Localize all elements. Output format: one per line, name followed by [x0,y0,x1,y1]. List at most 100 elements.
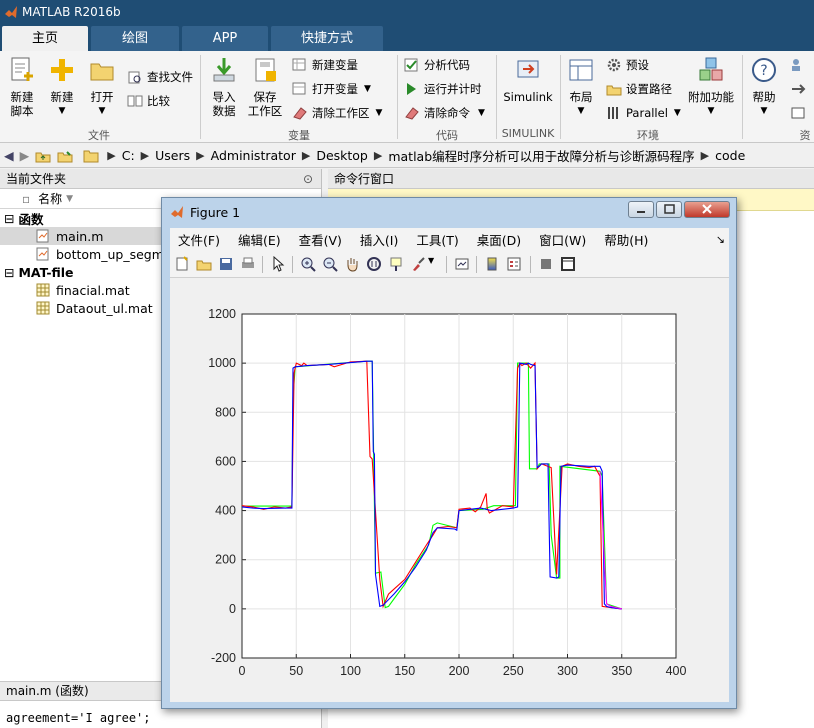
pan-hand-icon[interactable] [344,256,360,272]
matlab-logo-icon [5,6,17,18]
parallel-icon [608,107,618,119]
dock-arrow-icon[interactable]: ↘ [716,233,725,246]
brush-icon[interactable] [410,256,426,272]
mat-file-icon [36,283,50,297]
parallel-button[interactable]: Parallel ▼ [606,103,681,123]
help-button[interactable]: ? 帮助 ▼ [746,55,782,118]
eraser-icon [405,107,419,120]
tab-home[interactable]: 主页 [2,26,88,51]
simulink-button[interactable]: Simulink [502,55,554,104]
new-variable-button[interactable]: 新建变量 [292,55,358,75]
folder-icon [83,150,99,162]
m-file-icon [36,229,49,243]
up-folder-icon[interactable] [35,148,51,164]
show-tools-icon[interactable] [560,256,576,272]
y-tick-label: -200 [211,651,236,665]
pointer-icon[interactable] [270,256,286,272]
minimize-button[interactable] [628,201,654,218]
panel-menu-icon[interactable]: ⊙ [303,169,313,189]
compare-button[interactable]: 比较 [127,91,170,111]
community-button[interactable] [790,55,810,75]
x-tick-label: 200 [449,664,470,678]
new-figure-icon[interactable] [174,256,190,272]
menu-file[interactable]: 文件(F) [178,230,220,249]
open-button[interactable]: 打开 ▼ [84,55,120,118]
legend-icon[interactable] [506,256,522,272]
group-label-file: 文件 [88,129,110,142]
forward-arrow-icon[interactable]: ▶ [20,148,30,163]
compare-icon [127,95,143,107]
collapse-icon[interactable]: ⊟ [4,265,14,280]
group-label-resources: 资 [799,129,811,142]
open-variable-button[interactable]: 打开变量 ▼ [292,79,371,99]
layout-icon [569,59,593,81]
set-path-button[interactable]: 设置路径 [606,79,672,99]
breadcrumb-project[interactable]: matlab编程时序分析可以用于故障分析与诊断源码程序 [388,146,694,165]
tab-shortcuts[interactable]: 快捷方式 [271,26,383,51]
menu-insert[interactable]: 插入(I) [360,230,398,249]
menu-view[interactable]: 查看(V) [299,230,342,249]
new-script-button[interactable]: 新建 脚本 [4,55,40,118]
menu-help[interactable]: 帮助(H) [604,230,648,249]
zoom-out-icon[interactable] [322,256,338,272]
rotate-3d-icon[interactable] [366,256,382,272]
find-files-icon [128,71,141,84]
line-chart[interactable]: 0 50 100 150 200 250 300 350 400-200020040060080… [170,278,729,702]
breadcrumb-drive[interactable]: C: [122,148,135,163]
request-support-button[interactable] [790,79,810,99]
figure-title: Figure 1 [190,204,241,220]
close-button[interactable] [684,201,730,218]
new-button[interactable]: 新建 ▼ [44,55,80,118]
layout-button[interactable]: 布局 ▼ [564,55,598,118]
breadcrumb-administrator[interactable]: Administrator [211,148,296,163]
tab-plots[interactable]: 绘图 [91,26,179,51]
toolbar-divider [446,256,447,273]
toolbar-divider [530,256,531,273]
chevron-right-icon: ▶ [196,149,205,162]
users-icon [792,59,800,71]
m-file-icon [36,247,49,261]
breadcrumb-desktop[interactable]: Desktop [316,148,368,163]
print-icon[interactable] [240,256,256,272]
hide-tools-icon[interactable] [538,256,554,272]
menu-desktop[interactable]: 桌面(D) [477,230,521,249]
x-tick-label: 350 [611,664,632,678]
command-window-header: 命令行窗口 [328,169,814,189]
save-workspace-button[interactable]: 保存 工作区 [246,55,284,118]
data-cursor-icon[interactable] [388,256,404,272]
menu-edit[interactable]: 编辑(E) [238,230,281,249]
find-files-button[interactable]: 查找文件 [127,67,193,87]
link-plot-icon[interactable] [454,256,470,272]
y-tick-label: 600 [215,454,236,468]
menu-tools[interactable]: 工具(T) [416,230,458,249]
save-icon[interactable] [218,256,234,272]
collapse-icon[interactable]: ⊟ [4,211,14,226]
back-arrow-icon[interactable]: ◀ [4,148,14,163]
breadcrumb-code[interactable]: code [715,148,745,163]
maximize-button[interactable] [656,201,682,218]
checklist-icon [404,58,418,72]
open-file-icon[interactable] [196,256,212,272]
clear-commands-button[interactable]: 清除命令 ▼ [404,103,485,123]
breadcrumb-users[interactable]: Users [155,148,190,163]
import-data-button[interactable]: 导入 数据 [206,55,242,118]
app-titlebar: MATLAB R2016b [0,0,814,24]
ribbon: 新建 脚本 新建 ▼ 打开 ▼ 查找文件 比较 文件 导入 数据 保存 工作区 … [0,51,814,143]
zoom-in-icon[interactable] [300,256,316,272]
help-icon: ? [752,58,776,82]
add-ons-button[interactable]: 附加功能 ▼ [686,55,736,118]
browse-folder-icon[interactable] [57,148,73,164]
preferences-button[interactable]: 预设 [606,55,649,75]
tab-apps[interactable]: APP [182,26,268,51]
colorbar-icon[interactable] [484,256,500,272]
run-and-time-button[interactable]: 运行并计时 [404,79,482,99]
y-tick-label: 1200 [208,307,236,321]
table-plus-icon [292,58,306,71]
cubes-icon [699,57,723,81]
learn-matlab-button[interactable] [790,103,810,123]
clear-workspace-button[interactable]: 清除工作区 ▼ [292,103,382,123]
menu-window[interactable]: 窗口(W) [539,230,586,249]
y-tick-label: 0 [229,602,236,616]
analyze-code-button[interactable]: 分析代码 [404,55,470,75]
brush-dropdown-icon[interactable]: ▼ [428,256,444,272]
